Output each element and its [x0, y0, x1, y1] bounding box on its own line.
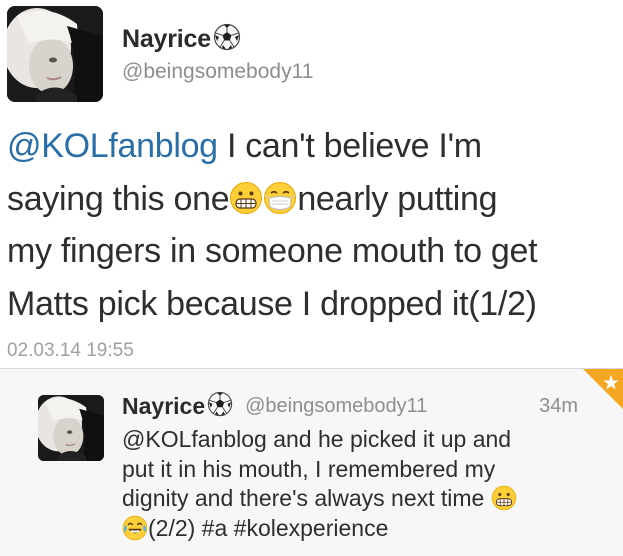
tweet-text: @KOLfanblog I can't believe I'm saying t… — [7, 120, 619, 330]
display-name[interactable]: Nayrice — [122, 393, 205, 420]
tweet-text-fragment: dignity and there's always next time — [122, 485, 491, 511]
author-handle[interactable]: @beingsomebody11 — [245, 395, 427, 418]
avatar-photo — [38, 395, 104, 461]
reply-header: Nayrice @beingsomebody11 34m — [122, 389, 582, 423]
tweet-text-line: @KOLfanblog I can't believe I'm — [7, 120, 619, 173]
face-with-medical-mask-icon — [263, 178, 297, 231]
reply-avatar[interactable] — [38, 395, 104, 461]
reply-text: @KOLfanblog and he picked it up and put … — [122, 425, 592, 543]
tweet-detail-view: Nayrice @beingsomebody11 @KOLfanblog I c… — [0, 0, 623, 556]
avatar[interactable] — [7, 6, 103, 102]
avatar-photo — [7, 6, 103, 102]
grimacing-face-icon — [229, 178, 263, 231]
main-tweet[interactable]: Nayrice @beingsomebody11 @KOLfanblog I c… — [0, 0, 623, 368]
tweet-text-fragment: saying this one — [7, 179, 230, 218]
star-icon — [583, 369, 623, 409]
tweet-text-line: my fingers in someone mouth to get — [7, 232, 538, 270]
tweet-text-line: @KOLfanblog and he picked it up and — [122, 426, 512, 452]
author-handle[interactable]: @beingsomebody11 — [122, 60, 313, 84]
tweet-text-line: saying this one nearly putting — [7, 173, 619, 226]
tweet-text-line: (2/2) #a #kolexperience — [122, 514, 592, 544]
tweet-text-line: put it in his mouth, I remembered my — [122, 455, 496, 482]
tweet-text-line: Matts pick because I dropped it(1/2) — [7, 284, 537, 323]
tweet-text-fragment: nearly putting — [297, 179, 498, 218]
soccer-ball-icon — [207, 391, 233, 422]
mention-link[interactable]: @KOLfanblog — [7, 127, 218, 165]
tweet-age: 34m — [539, 394, 578, 417]
author-name-row[interactable]: Nayrice — [122, 22, 241, 56]
reply-tweet[interactable]: Nayrice @beingsomebody11 34m @KOLfanblog… — [0, 369, 623, 556]
tweet-timestamp: 02.03.14 19:55 — [7, 340, 134, 361]
soccer-ball-icon — [213, 23, 241, 56]
display-name[interactable]: Nayrice — [122, 25, 211, 54]
face-with-tears-of-joy-icon — [122, 515, 148, 549]
tweet-text-fragment: (2/2) #a #kolexperience — [148, 514, 389, 541]
grimacing-face-icon — [491, 485, 517, 519]
tweet-text-fragment: I can't believe I'm — [217, 127, 482, 165]
tweet-text-line: dignity and there's always next time — [122, 484, 592, 514]
